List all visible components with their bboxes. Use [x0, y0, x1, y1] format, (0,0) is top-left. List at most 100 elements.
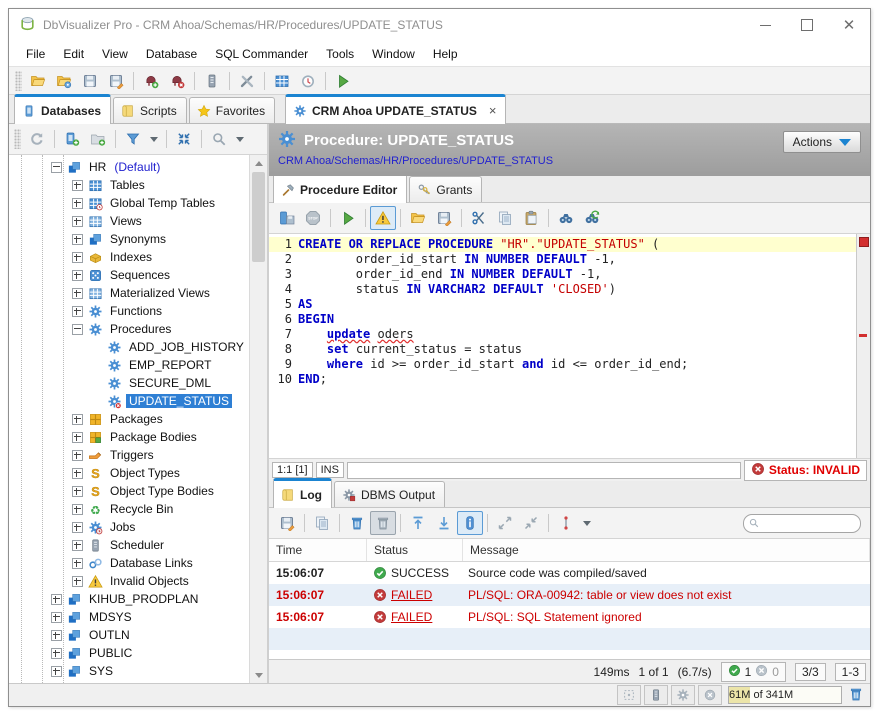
expand-icon[interactable]: [72, 216, 83, 227]
find-button[interactable]: [553, 206, 579, 230]
tab-favorites[interactable]: Favorites: [189, 97, 275, 123]
connections-button[interactable]: [644, 685, 668, 705]
stop-button[interactable]: STOP: [300, 206, 326, 230]
code-line[interactable]: 8 set current_status = status: [269, 342, 856, 357]
log-row[interactable]: 15:06:07FAILEDPL/SQL: SQL Statement igno…: [269, 606, 870, 628]
tree-item-invalid-objects[interactable]: Invalid Objects: [9, 572, 249, 590]
trash-gray-button[interactable]: [370, 511, 396, 535]
tree-item-triggers[interactable]: Triggers: [9, 446, 249, 464]
expand-icon[interactable]: [51, 612, 62, 623]
errors-button[interactable]: [698, 685, 722, 705]
collapse-icon[interactable]: [72, 324, 83, 335]
expand-icon[interactable]: [72, 234, 83, 245]
menu-help[interactable]: Help: [424, 44, 467, 64]
tools-button[interactable]: [234, 69, 260, 93]
code-line[interactable]: 5AS: [269, 297, 856, 312]
tree-item-global-temp-tables[interactable]: Global Temp Tables: [9, 194, 249, 212]
expand-icon[interactable]: [72, 486, 83, 497]
code-line[interactable]: 4 status IN VARCHAR2 DEFAULT 'CLOSED'): [269, 282, 856, 297]
go-button[interactable]: [330, 69, 356, 93]
expand-icon[interactable]: [72, 522, 83, 533]
save-proc-button[interactable]: [274, 206, 300, 230]
expand-icon[interactable]: [72, 504, 83, 515]
menu-window[interactable]: Window: [363, 44, 424, 64]
expand-icon[interactable]: [72, 558, 83, 569]
tree-item-public[interactable]: PUBLIC: [9, 644, 249, 662]
code-line[interactable]: 10END;: [269, 372, 856, 387]
server-button[interactable]: [199, 69, 225, 93]
minimize-button[interactable]: [744, 9, 786, 41]
collapse-button[interactable]: [518, 511, 544, 535]
expand-icon[interactable]: [72, 576, 83, 587]
maximize-button[interactable]: [786, 9, 828, 41]
expand-icon[interactable]: [51, 666, 62, 677]
go-button[interactable]: [335, 206, 361, 230]
tree-item-jobs[interactable]: Jobs: [9, 518, 249, 536]
actions-button[interactable]: Actions: [783, 131, 861, 153]
disconnect-button[interactable]: [164, 69, 190, 93]
error-stripe-summary[interactable]: [859, 237, 869, 247]
tree-item-add-job-history[interactable]: ADD_JOB_HISTORY: [9, 338, 249, 356]
tree-item-synonyms[interactable]: Synonyms: [9, 230, 249, 248]
tree-item-kihub-prodplan[interactable]: KIHUB_PRODPLAN: [9, 590, 249, 608]
conn-new-button[interactable]: [59, 127, 85, 151]
menu-sql-commander[interactable]: SQL Commander: [206, 44, 317, 64]
code-line[interactable]: 1CREATE OR REPLACE PROCEDURE "HR"."UPDAT…: [269, 237, 856, 252]
expand-icon[interactable]: [72, 288, 83, 299]
tab-scripts[interactable]: Scripts: [113, 97, 187, 123]
log-search-input[interactable]: [760, 516, 848, 530]
tree-item-recycle-bin[interactable]: ♻Recycle Bin: [9, 500, 249, 518]
log-search-box[interactable]: [743, 514, 861, 533]
refresh-button[interactable]: [24, 127, 50, 151]
paste-button[interactable]: [518, 206, 544, 230]
cut-button[interactable]: [466, 206, 492, 230]
tree-item-emp-report[interactable]: EMP_REPORT: [9, 356, 249, 374]
tree-item-sequences[interactable]: Sequences: [9, 266, 249, 284]
close-button[interactable]: ✕: [828, 9, 870, 41]
expand-icon[interactable]: [72, 414, 83, 425]
tree-item-outln[interactable]: OUTLN: [9, 626, 249, 644]
tree-item-views[interactable]: Views: [9, 212, 249, 230]
tab-grants[interactable]: Grants: [409, 176, 482, 202]
save-edit-button[interactable]: [103, 69, 129, 93]
menu-view[interactable]: View: [93, 44, 137, 64]
scrollbar-thumb[interactable]: [252, 172, 265, 262]
menu-file[interactable]: File: [17, 44, 54, 64]
save-edit-button[interactable]: [274, 511, 300, 535]
scroll-down-button[interactable]: [250, 667, 267, 683]
tree-item-hr[interactable]: HR(Default): [9, 158, 249, 176]
tree-item-secure-dml[interactable]: SECURE_DML: [9, 374, 249, 392]
grid-button[interactable]: [269, 69, 295, 93]
dropdown-caret-icon[interactable]: [583, 521, 591, 526]
tree-item-database-links[interactable]: Database Links: [9, 554, 249, 572]
expand-icon[interactable]: [51, 630, 62, 641]
tasks-button[interactable]: [671, 685, 695, 705]
tree-item-update-status[interactable]: UPDATE_STATUS: [9, 392, 249, 410]
code-area[interactable]: 1CREATE OR REPLACE PROCEDURE "HR"."UPDAT…: [269, 234, 856, 458]
copy-button[interactable]: [492, 206, 518, 230]
tree-item-materialized-views[interactable]: Materialized Views: [9, 284, 249, 302]
collapse-all-button[interactable]: [171, 127, 197, 151]
folder-open-button[interactable]: [405, 206, 431, 230]
find-next-button[interactable]: [579, 206, 605, 230]
expand-icon[interactable]: [51, 648, 62, 659]
tab-log[interactable]: Log: [273, 478, 332, 508]
log-table-header[interactable]: TimeStatusMessage: [269, 539, 870, 562]
code-line[interactable]: 2 order_id_start IN NUMBER DEFAULT -1,: [269, 252, 856, 267]
save-button[interactable]: [77, 69, 103, 93]
expand-icon[interactable]: [72, 252, 83, 263]
scroll-up-button[interactable]: [250, 155, 267, 171]
toolbar-grip[interactable]: [15, 71, 22, 91]
folder-new-button[interactable]: [85, 127, 111, 151]
expand-icon[interactable]: [51, 594, 62, 605]
tree-item-mdsys[interactable]: MDSYS: [9, 608, 249, 626]
tab-databases[interactable]: Databases: [14, 94, 111, 124]
close-tab-icon[interactable]: ×: [489, 103, 497, 118]
expand-icon[interactable]: [72, 468, 83, 479]
to-bottom-button[interactable]: [431, 511, 457, 535]
tree-item-procedures[interactable]: Procedures: [9, 320, 249, 338]
save-edit-button[interactable]: [431, 206, 457, 230]
tab-dbms-output[interactable]: DBMS Output: [334, 481, 445, 507]
layout-button[interactable]: [617, 685, 641, 705]
menu-edit[interactable]: Edit: [54, 44, 93, 64]
